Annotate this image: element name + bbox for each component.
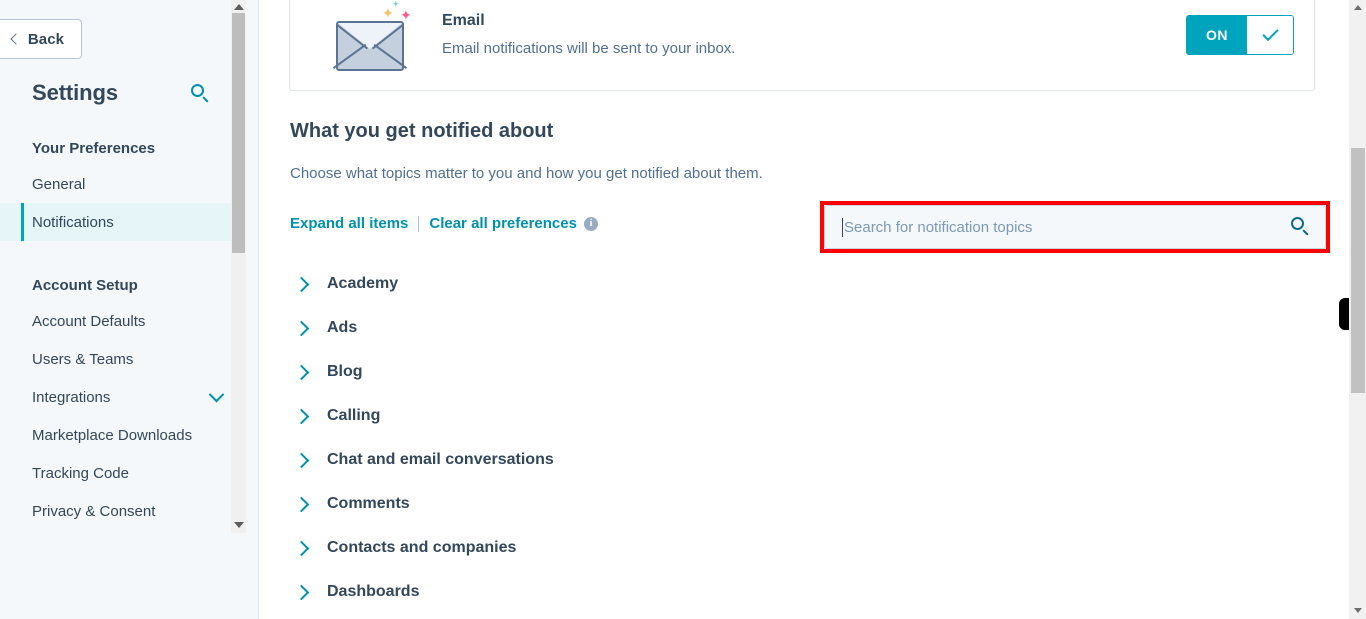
search-icon[interactable] <box>1291 217 1311 237</box>
topic-row-academy[interactable]: Academy <box>290 262 990 306</box>
envelope-icon: ✦ ✦ ✦ <box>328 0 414 71</box>
sidebar-item-general[interactable]: General <box>0 165 240 203</box>
sidebar-item-label: Integrations <box>32 388 111 406</box>
sidebar-item-label: Tracking Code <box>32 464 129 482</box>
topic-label: Academy <box>327 275 399 292</box>
email-toggle[interactable]: ON <box>1186 14 1294 55</box>
info-icon[interactable]: i <box>583 216 598 231</box>
chevron-right-icon <box>293 320 310 336</box>
topic-label: Chat and email conversations <box>327 451 554 468</box>
topic-row-blog[interactable]: Blog <box>290 350 990 394</box>
back-button-label: Back <box>27 30 65 48</box>
sidebar-item-privacy-consent[interactable]: Privacy & Consent <box>0 492 240 530</box>
scroll-down-arrow-icon[interactable] <box>233 522 244 528</box>
sidebar-item-label: Marketplace Downloads <box>32 426 193 444</box>
chevron-right-icon <box>293 496 310 512</box>
topic-row-contacts-and-companies[interactable]: Contacts and companies <box>290 526 990 570</box>
sidebar-item-integrations[interactable]: Integrations <box>0 378 240 416</box>
chevron-right-icon <box>293 584 310 600</box>
chevron-left-icon <box>10 33 22 45</box>
topic-row-dashboards[interactable]: Dashboards <box>290 570 990 614</box>
scroll-down-arrow-icon[interactable] <box>1353 608 1362 613</box>
window-scrollbar[interactable] <box>1349 0 1366 619</box>
search-icon[interactable] <box>190 83 210 103</box>
email-card-title: Email <box>442 12 485 29</box>
topic-label: Blog <box>327 363 363 380</box>
section-actions: Expand all items Clear all preferences i <box>290 215 598 232</box>
text-cursor <box>842 217 843 237</box>
sidebar-header: Settings <box>32 80 210 106</box>
email-notification-card: ✦ ✦ ✦ Email Email notifications will be … <box>289 0 1315 91</box>
settings-sidebar: Back Settings Your Preferences General N… <box>0 0 259 619</box>
scrollbar-drag-marker[interactable] <box>1339 298 1349 330</box>
chevron-right-icon <box>293 540 310 556</box>
sidebar-item-account-defaults[interactable]: Account Defaults <box>0 302 240 340</box>
sidebar-item-notifications[interactable]: Notifications <box>0 203 240 241</box>
section-subtitle: Choose what topics matter to you and how… <box>290 165 763 182</box>
window-scrollbar-thumb[interactable] <box>1351 148 1365 393</box>
chevron-right-icon <box>293 276 310 292</box>
topic-label: Contacts and companies <box>327 539 517 556</box>
sidebar-nav: Your Preferences General Notifications A… <box>0 140 240 533</box>
email-card-text: Email Email notifications will be sent t… <box>442 12 735 57</box>
chevron-right-icon <box>293 364 310 380</box>
sidebar-item-tracking-code[interactable]: Tracking Code <box>0 454 240 492</box>
divider <box>418 215 420 232</box>
sparkle-pink-icon: ✦ <box>400 7 412 24</box>
sidebar-item-label: Users & Teams <box>32 350 134 368</box>
main-content: ✦ ✦ ✦ Email Email notifications will be … <box>259 0 1366 619</box>
topic-label: Comments <box>327 495 410 512</box>
sidebar-item-label: Notifications <box>32 213 114 231</box>
email-toggle-label: ON <box>1187 15 1247 54</box>
notification-topics-list: Academy Ads Blog Calling Chat and email … <box>290 262 990 614</box>
clear-all-preferences-link[interactable]: Clear all preferences <box>429 215 577 232</box>
sidebar-item-label: General <box>32 175 86 193</box>
chevron-right-icon <box>293 408 310 424</box>
chevron-down-icon <box>208 386 225 402</box>
settings-notifications-page: Back Settings Your Preferences General N… <box>0 0 1366 619</box>
back-button[interactable]: Back <box>0 19 82 59</box>
sidebar-item-users-teams[interactable]: Users & Teams <box>0 340 240 378</box>
checkmark-icon <box>1247 15 1293 54</box>
sidebar-item-marketplace-downloads[interactable]: Marketplace Downloads <box>0 416 240 454</box>
page-title: Settings <box>32 80 118 105</box>
sidebar-item-label: Privacy & Consent <box>32 502 156 520</box>
scroll-up-arrow-icon[interactable] <box>233 4 244 10</box>
topic-label: Dashboards <box>327 583 420 600</box>
sidebar-item-label: Account Defaults <box>32 312 146 330</box>
expand-all-items-link[interactable]: Expand all items <box>290 215 408 232</box>
topic-row-chat-and-email-conversations[interactable]: Chat and email conversations <box>290 438 990 482</box>
sidebar-section-heading-preferences: Your Preferences <box>32 140 156 157</box>
email-card-description: Email notifications will be sent to your… <box>442 40 736 57</box>
topic-row-comments[interactable]: Comments <box>290 482 990 526</box>
chevron-right-icon <box>293 452 310 468</box>
topic-label: Ads <box>327 319 358 336</box>
topic-label: Calling <box>327 407 381 424</box>
topic-row-calling[interactable]: Calling <box>290 394 990 438</box>
sidebar-scrollbar[interactable] <box>231 0 246 533</box>
scroll-up-arrow-icon[interactable] <box>1353 5 1362 10</box>
sparkle-blue-icon: ✦ <box>392 0 400 10</box>
sidebar-section-heading-account: Account Setup <box>32 277 138 294</box>
sidebar-scrollbar-thumb[interactable] <box>232 13 245 253</box>
topic-row-ads[interactable]: Ads <box>290 306 990 350</box>
search-input[interactable] <box>844 218 1291 236</box>
section-title: What you get notified about <box>290 120 554 142</box>
search-topics-box[interactable] <box>824 205 1326 249</box>
